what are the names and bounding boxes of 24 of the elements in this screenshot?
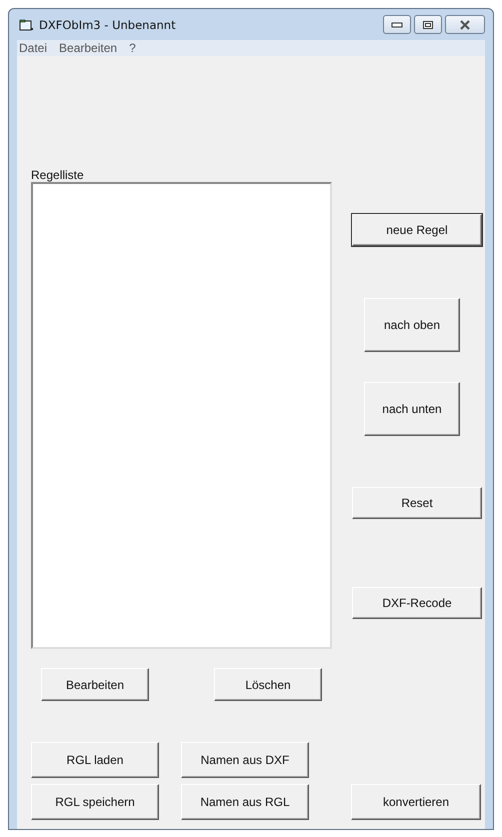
window-icon [19,18,33,30]
minimize-icon [391,22,403,28]
close-icon [458,20,472,30]
file-button[interactable]: konvertieren [351,784,481,820]
menu-item[interactable]: ? [129,41,136,55]
maximize-icon [422,20,434,30]
menu-item[interactable]: Datei [19,41,48,55]
close-button[interactable] [445,15,485,34]
maximize-button[interactable] [414,15,442,34]
file-button[interactable]: Namen aus DXF [181,742,309,778]
list-action-button[interactable]: Löschen [214,668,322,701]
side-button[interactable]: DXF-Recode [352,587,482,619]
minimize-button[interactable] [383,15,411,34]
side-button[interactable]: nach unten [364,382,460,436]
list-action-button[interactable]: Bearbeiten [41,668,149,701]
file-button[interactable]: Namen aus RGL [181,784,309,820]
file-button[interactable]: RGL laden [31,742,159,778]
list-label: Regelliste [31,168,85,183]
side-button[interactable]: Reset [352,487,482,519]
window-title: DXFObIm3 - Unbenannt [39,18,177,32]
side-button[interactable]: neue Regel [352,214,482,246]
file-button[interactable]: RGL speichern [31,784,159,820]
side-button[interactable]: nach oben [364,298,460,352]
menu-item[interactable]: Bearbeiten [59,41,118,55]
